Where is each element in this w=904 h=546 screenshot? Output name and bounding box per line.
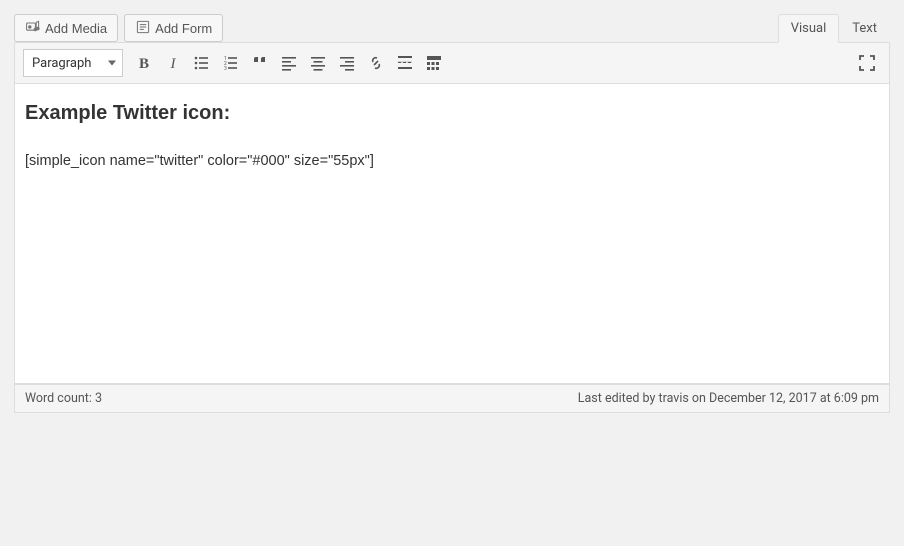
tab-text[interactable]: Text [839, 14, 890, 42]
read-more-button[interactable] [391, 49, 419, 77]
add-form-button[interactable]: Add Form [124, 14, 223, 42]
bold-button[interactable]: B [130, 49, 158, 77]
format-select[interactable]: Paragraph [23, 49, 123, 77]
svg-text:3: 3 [224, 66, 227, 72]
editor-tabs: Visual Text [778, 14, 890, 42]
align-left-button[interactable] [275, 49, 303, 77]
add-media-label: Add Media [45, 21, 107, 36]
status-bar: Word count: 3 Last edited by travis on D… [14, 384, 890, 413]
blockquote-button[interactable] [246, 49, 274, 77]
svg-text:B: B [139, 56, 149, 72]
svg-text:I: I [170, 56, 177, 72]
tab-visual[interactable]: Visual [778, 14, 840, 43]
bullet-list-button[interactable] [188, 49, 216, 77]
editor-content[interactable]: Example Twitter icon: [simple_icon name=… [14, 84, 890, 384]
italic-button[interactable]: I [159, 49, 187, 77]
editor-wrap: Add Media Add Form Visual Text Par [14, 14, 890, 413]
align-center-button[interactable] [304, 49, 332, 77]
toolbar-toggle-button[interactable] [420, 49, 448, 77]
editor-toolbar: Paragraph B I 123 [14, 42, 890, 84]
format-select-value: Paragraph [32, 56, 91, 71]
word-count: Word count: 3 [25, 391, 102, 406]
add-media-button[interactable]: Add Media [14, 14, 118, 42]
align-right-button[interactable] [333, 49, 361, 77]
numbered-list-button[interactable]: 123 [217, 49, 245, 77]
media-buttons: Add Media Add Form [14, 14, 223, 42]
last-edited: Last edited by travis on December 12, 20… [578, 391, 879, 406]
top-row: Add Media Add Form Visual Text [14, 14, 890, 42]
link-button[interactable] [362, 49, 390, 77]
content-heading: Example Twitter icon: [25, 102, 879, 125]
form-icon [135, 19, 151, 38]
content-body: [simple_icon name="twitter" color="#000"… [25, 153, 879, 169]
fullscreen-button[interactable] [853, 49, 881, 77]
camera-music-icon [25, 19, 41, 38]
add-form-label: Add Form [155, 21, 212, 36]
